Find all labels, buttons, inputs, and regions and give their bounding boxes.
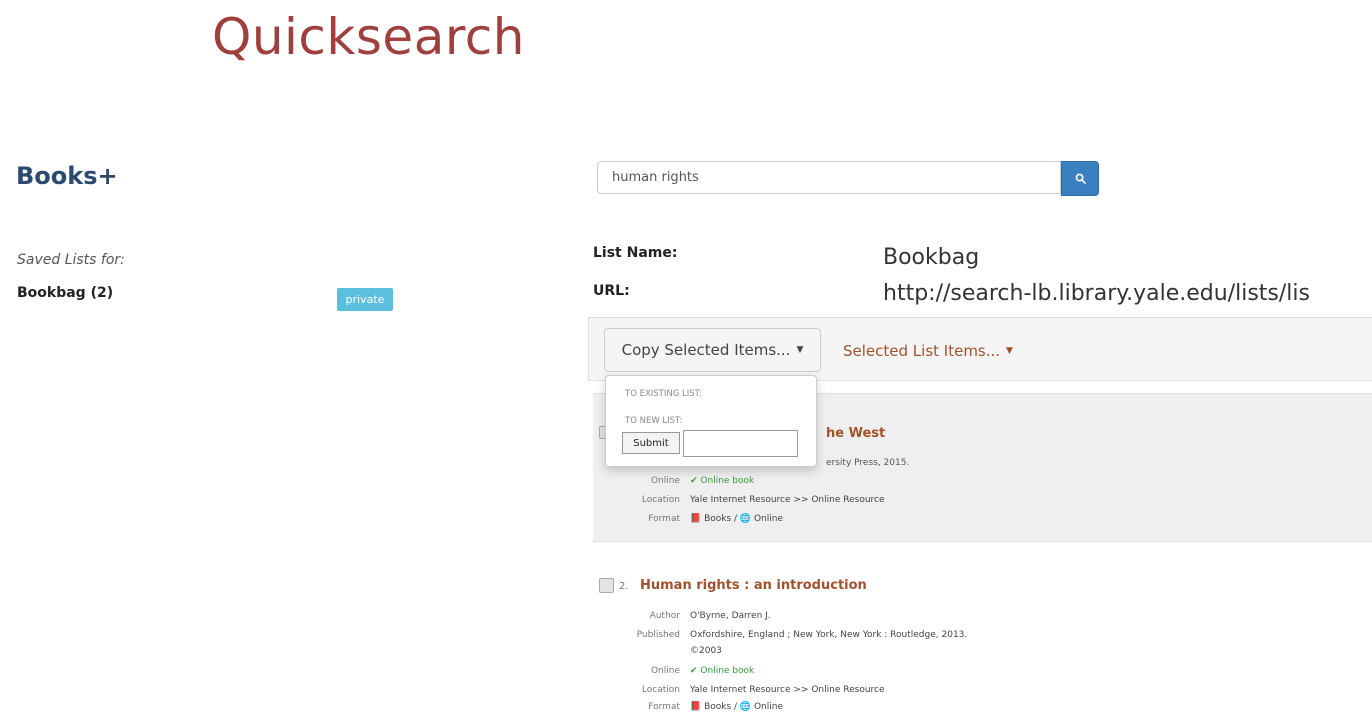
result-published: ersity Press, 2015. xyxy=(826,458,910,468)
search-icon xyxy=(1075,173,1086,184)
field-label-published: Published xyxy=(636,630,680,640)
app-title: Books+ xyxy=(16,162,118,190)
selected-list-items-label: Selected List Items... xyxy=(843,342,1001,360)
selected-list-items-menu[interactable]: Selected List Items... ▼ xyxy=(843,342,1013,360)
field-value-location: Yale Internet Resource >> Online Resourc… xyxy=(690,685,885,695)
search-input[interactable] xyxy=(597,161,1061,194)
saved-list-link[interactable]: Bookbag (2) xyxy=(17,285,113,301)
copy-selected-items-label: Copy Selected Items... xyxy=(621,341,791,359)
copy-selected-items-button[interactable]: Copy Selected Items... ▼ xyxy=(604,328,821,372)
field-label-author: Author xyxy=(649,611,680,621)
saved-lists-label: Saved Lists for: xyxy=(17,252,125,268)
field-label-format: Format xyxy=(648,702,680,712)
page-title: Quicksearch xyxy=(212,8,525,66)
field-label-online: Online xyxy=(650,476,680,486)
new-list-name-input[interactable] xyxy=(683,430,798,457)
field-value-online[interactable]: ✔ Online book xyxy=(690,476,754,486)
list-name-value: Bookbag xyxy=(883,245,980,270)
result-number: 2. xyxy=(619,581,629,592)
privacy-badge: private xyxy=(337,288,393,311)
caret-down-icon: ▼ xyxy=(1006,346,1013,356)
caret-down-icon: ▼ xyxy=(796,345,804,355)
to-new-list-label: TO NEW LIST: xyxy=(625,416,683,426)
url-value: http://search-lb.library.yale.edu/lists/… xyxy=(883,281,1310,306)
field-value-online[interactable]: ✔ Online book xyxy=(690,666,754,676)
result-checkbox[interactable] xyxy=(599,578,614,593)
result-title[interactable]: he West xyxy=(826,426,885,441)
field-value-location: Yale Internet Resource >> Online Resourc… xyxy=(690,495,885,505)
result-title[interactable]: Human rights : an introduction xyxy=(640,578,867,593)
field-value-published-date: ©2003 xyxy=(690,646,722,656)
field-value-format: 📕 Books / 🌐 Online xyxy=(690,702,784,712)
search-button[interactable] xyxy=(1061,161,1099,196)
field-value-format: 📕 Books / 🌐 Online xyxy=(690,514,784,524)
field-label-location: Location xyxy=(641,685,680,695)
field-value-author: O'Byrne, Darren J. xyxy=(690,611,771,621)
field-label-location: Location xyxy=(641,495,680,505)
field-value-published: Oxfordshire, England ; New York, New Yor… xyxy=(690,630,968,640)
url-label: URL: xyxy=(593,283,630,299)
submit-button[interactable]: Submit xyxy=(622,432,680,454)
field-label-online: Online xyxy=(650,666,680,676)
field-label-format: Format xyxy=(648,514,680,524)
list-name-label: List Name: xyxy=(593,245,678,261)
to-existing-list-option[interactable]: TO EXISTING LIST: xyxy=(625,389,702,399)
